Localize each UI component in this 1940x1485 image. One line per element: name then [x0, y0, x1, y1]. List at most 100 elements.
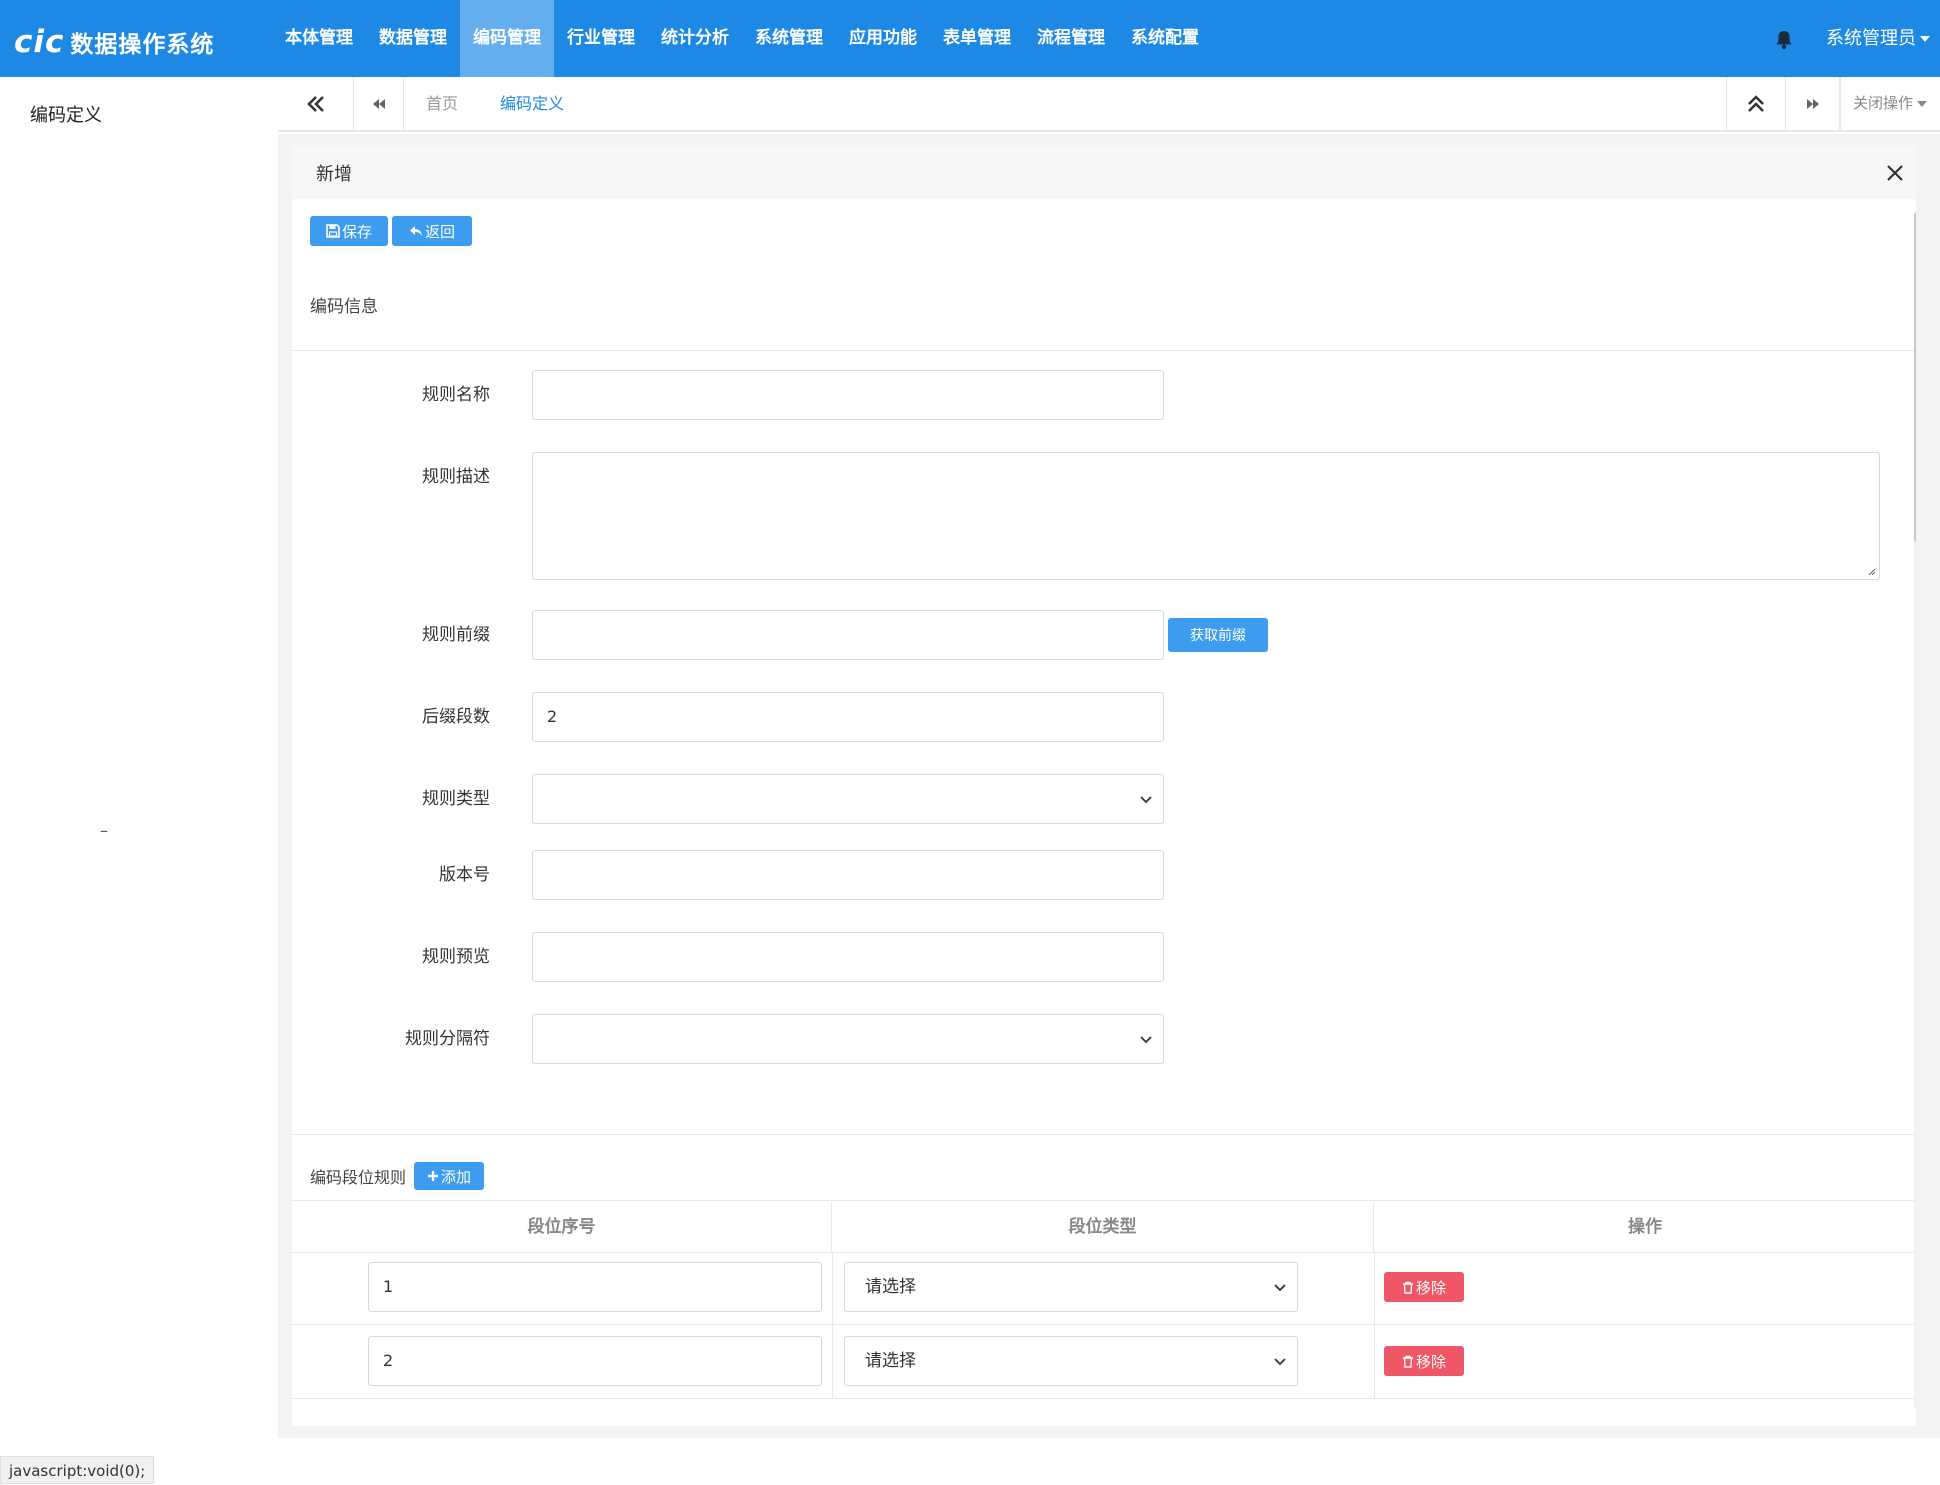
sidebar-item-code-definition[interactable]: 编码定义: [30, 101, 102, 127]
column-header-seq: 段位序号: [292, 1202, 832, 1252]
rule-prefix-input[interactable]: [532, 610, 1164, 660]
version-label: 版本号: [439, 865, 490, 885]
chevron-down-icon: [1140, 796, 1152, 804]
floppy-disk-icon: [326, 224, 340, 238]
menu-item-statistics[interactable]: 统计分析: [648, 0, 742, 77]
sidebar-dash: –: [100, 821, 108, 840]
main-menu: 本体管理 数据管理 编码管理 行业管理 统计分析 系统管理 应用功能 表单管理 …: [272, 0, 1212, 77]
menu-item-system[interactable]: 系统管理: [742, 0, 836, 77]
collapse-sidebar-button[interactable]: [278, 77, 354, 130]
table-row-divider: [292, 1252, 1916, 1253]
back-label: 返回: [424, 222, 455, 241]
top-nav-bar: cic 数据操作系统 本体管理 数据管理 编码管理 行业管理 统计分析 系统管理…: [0, 0, 1940, 77]
menu-item-data[interactable]: 数据管理: [366, 0, 460, 77]
table-col-divider: [1374, 1252, 1375, 1398]
menu-item-config[interactable]: 系统配置: [1118, 0, 1212, 77]
tab-home[interactable]: 首页: [404, 77, 480, 130]
rule-separator-select[interactable]: [532, 1014, 1164, 1064]
user-menu[interactable]: 系统管理员: [1826, 0, 1930, 77]
close-operations-label: 关闭操作: [1853, 94, 1914, 112]
suffix-count-label: 后缀段数: [422, 707, 490, 727]
tab-code-definition[interactable]: 编码定义: [478, 77, 586, 130]
chevron-down-icon: [1140, 1036, 1152, 1044]
rule-name-input[interactable]: [532, 370, 1164, 420]
add-segment-button[interactable]: 添加: [414, 1162, 484, 1190]
table-row-divider: [292, 1398, 1916, 1399]
panel-header: 新增: [292, 146, 1916, 199]
remove-label: 移除: [1415, 1278, 1446, 1297]
rule-desc-label: 规则描述: [422, 467, 490, 487]
chevron-down-icon: [1920, 36, 1930, 42]
remove-segment-button[interactable]: 移除: [1384, 1272, 1464, 1302]
rule-prefix-label: 规则前缀: [422, 625, 490, 645]
tab-bar: 首页 编码定义 关闭操作: [278, 77, 1940, 132]
table-row-divider: [292, 1324, 1916, 1325]
chevron-down-icon: [1917, 100, 1928, 107]
scrollbar-thumb[interactable]: [1914, 210, 1916, 544]
chevron-down-icon: [1274, 1284, 1286, 1292]
user-name: 系统管理员: [1826, 28, 1916, 49]
plus-icon: [427, 1171, 438, 1181]
close-operations-dropdown[interactable]: 关闭操作: [1840, 77, 1940, 130]
rule-type-label: 规则类型: [422, 789, 490, 809]
bell-icon[interactable]: [1772, 28, 1796, 52]
save-button[interactable]: 保存: [310, 216, 388, 246]
left-sidebar: 编码定义 –: [0, 77, 278, 1467]
save-label: 保存: [341, 222, 372, 241]
fast-forward-icon: [1806, 98, 1819, 109]
remove-label: 移除: [1415, 1352, 1446, 1371]
chevron-down-icon: [1274, 1358, 1286, 1366]
section-divider: [292, 1134, 1916, 1135]
fast-backward-icon: [372, 98, 385, 109]
menu-item-ontology[interactable]: 本体管理: [272, 0, 366, 77]
trash-icon: [1402, 1355, 1413, 1368]
segment-seq-input[interactable]: 2: [368, 1336, 822, 1386]
get-prefix-button[interactable]: 获取前缀: [1168, 618, 1268, 652]
version-input[interactable]: [532, 850, 1164, 900]
menu-item-coding[interactable]: 编码管理: [460, 0, 554, 77]
column-header-type: 段位类型: [832, 1202, 1374, 1252]
back-button[interactable]: 返回: [392, 216, 472, 246]
double-chevron-up-icon: [1748, 94, 1764, 112]
menu-item-apps[interactable]: 应用功能: [836, 0, 930, 77]
suffix-count-input[interactable]: 2: [532, 692, 1164, 742]
rule-name-label: 规则名称: [422, 385, 490, 405]
menu-item-industry[interactable]: 行业管理: [554, 0, 648, 77]
app-logo[interactable]: cic 数据操作系统: [14, 24, 214, 60]
section-title-segments: 编码段位规则: [310, 1168, 407, 1187]
content-area: 新增 保存 返回 编码信息 规则名称 规则描述 规则前缀 获取前缀 后缀段数 2…: [278, 134, 1940, 1438]
logo-text: 数据操作系统: [70, 32, 215, 58]
status-bar: javascript:void(0);: [0, 1456, 155, 1484]
section-divider: [292, 350, 1916, 351]
tab-scroll-right-button[interactable]: [1786, 77, 1840, 130]
add-form-panel: 新增 保存 返回 编码信息 规则名称 规则描述 规则前缀 获取前缀 后缀段数 2…: [292, 146, 1916, 1426]
scroll-top-button[interactable]: [1726, 77, 1786, 130]
segment-seq-input[interactable]: 1: [368, 1262, 822, 1312]
segment-type-value: 请选择: [865, 1351, 916, 1371]
menu-item-workflow[interactable]: 流程管理: [1024, 0, 1118, 77]
rule-type-select[interactable]: [532, 774, 1164, 824]
menu-item-forms[interactable]: 表单管理: [930, 0, 1024, 77]
rule-preview-input[interactable]: [532, 932, 1164, 982]
segment-type-select[interactable]: 请选择: [844, 1336, 1298, 1386]
resize-grip-icon[interactable]: [1866, 566, 1876, 576]
section-title-code-info: 编码信息: [310, 297, 378, 317]
trash-icon: [1402, 1281, 1413, 1294]
panel-title: 新增: [316, 164, 352, 185]
double-chevron-left-icon: [306, 95, 324, 112]
segment-type-value: 请选择: [865, 1277, 916, 1297]
remove-segment-button[interactable]: 移除: [1384, 1346, 1464, 1376]
reply-arrow-icon: [409, 226, 422, 236]
close-icon[interactable]: [1884, 162, 1906, 184]
segment-type-select[interactable]: 请选择: [844, 1262, 1298, 1312]
table-col-divider: [832, 1252, 833, 1398]
vertical-scrollbar[interactable]: [1914, 210, 1916, 1410]
rule-separator-label: 规则分隔符: [405, 1029, 490, 1049]
logo-mark: cic: [14, 24, 65, 60]
rule-desc-textarea[interactable]: [532, 452, 1880, 580]
add-label: 添加: [440, 1167, 471, 1186]
table-border: [292, 1200, 1916, 1201]
tab-scroll-left-button[interactable]: [354, 77, 404, 130]
rule-preview-label: 规则预览: [422, 947, 490, 967]
column-header-action: 操作: [1628, 1217, 1662, 1237]
